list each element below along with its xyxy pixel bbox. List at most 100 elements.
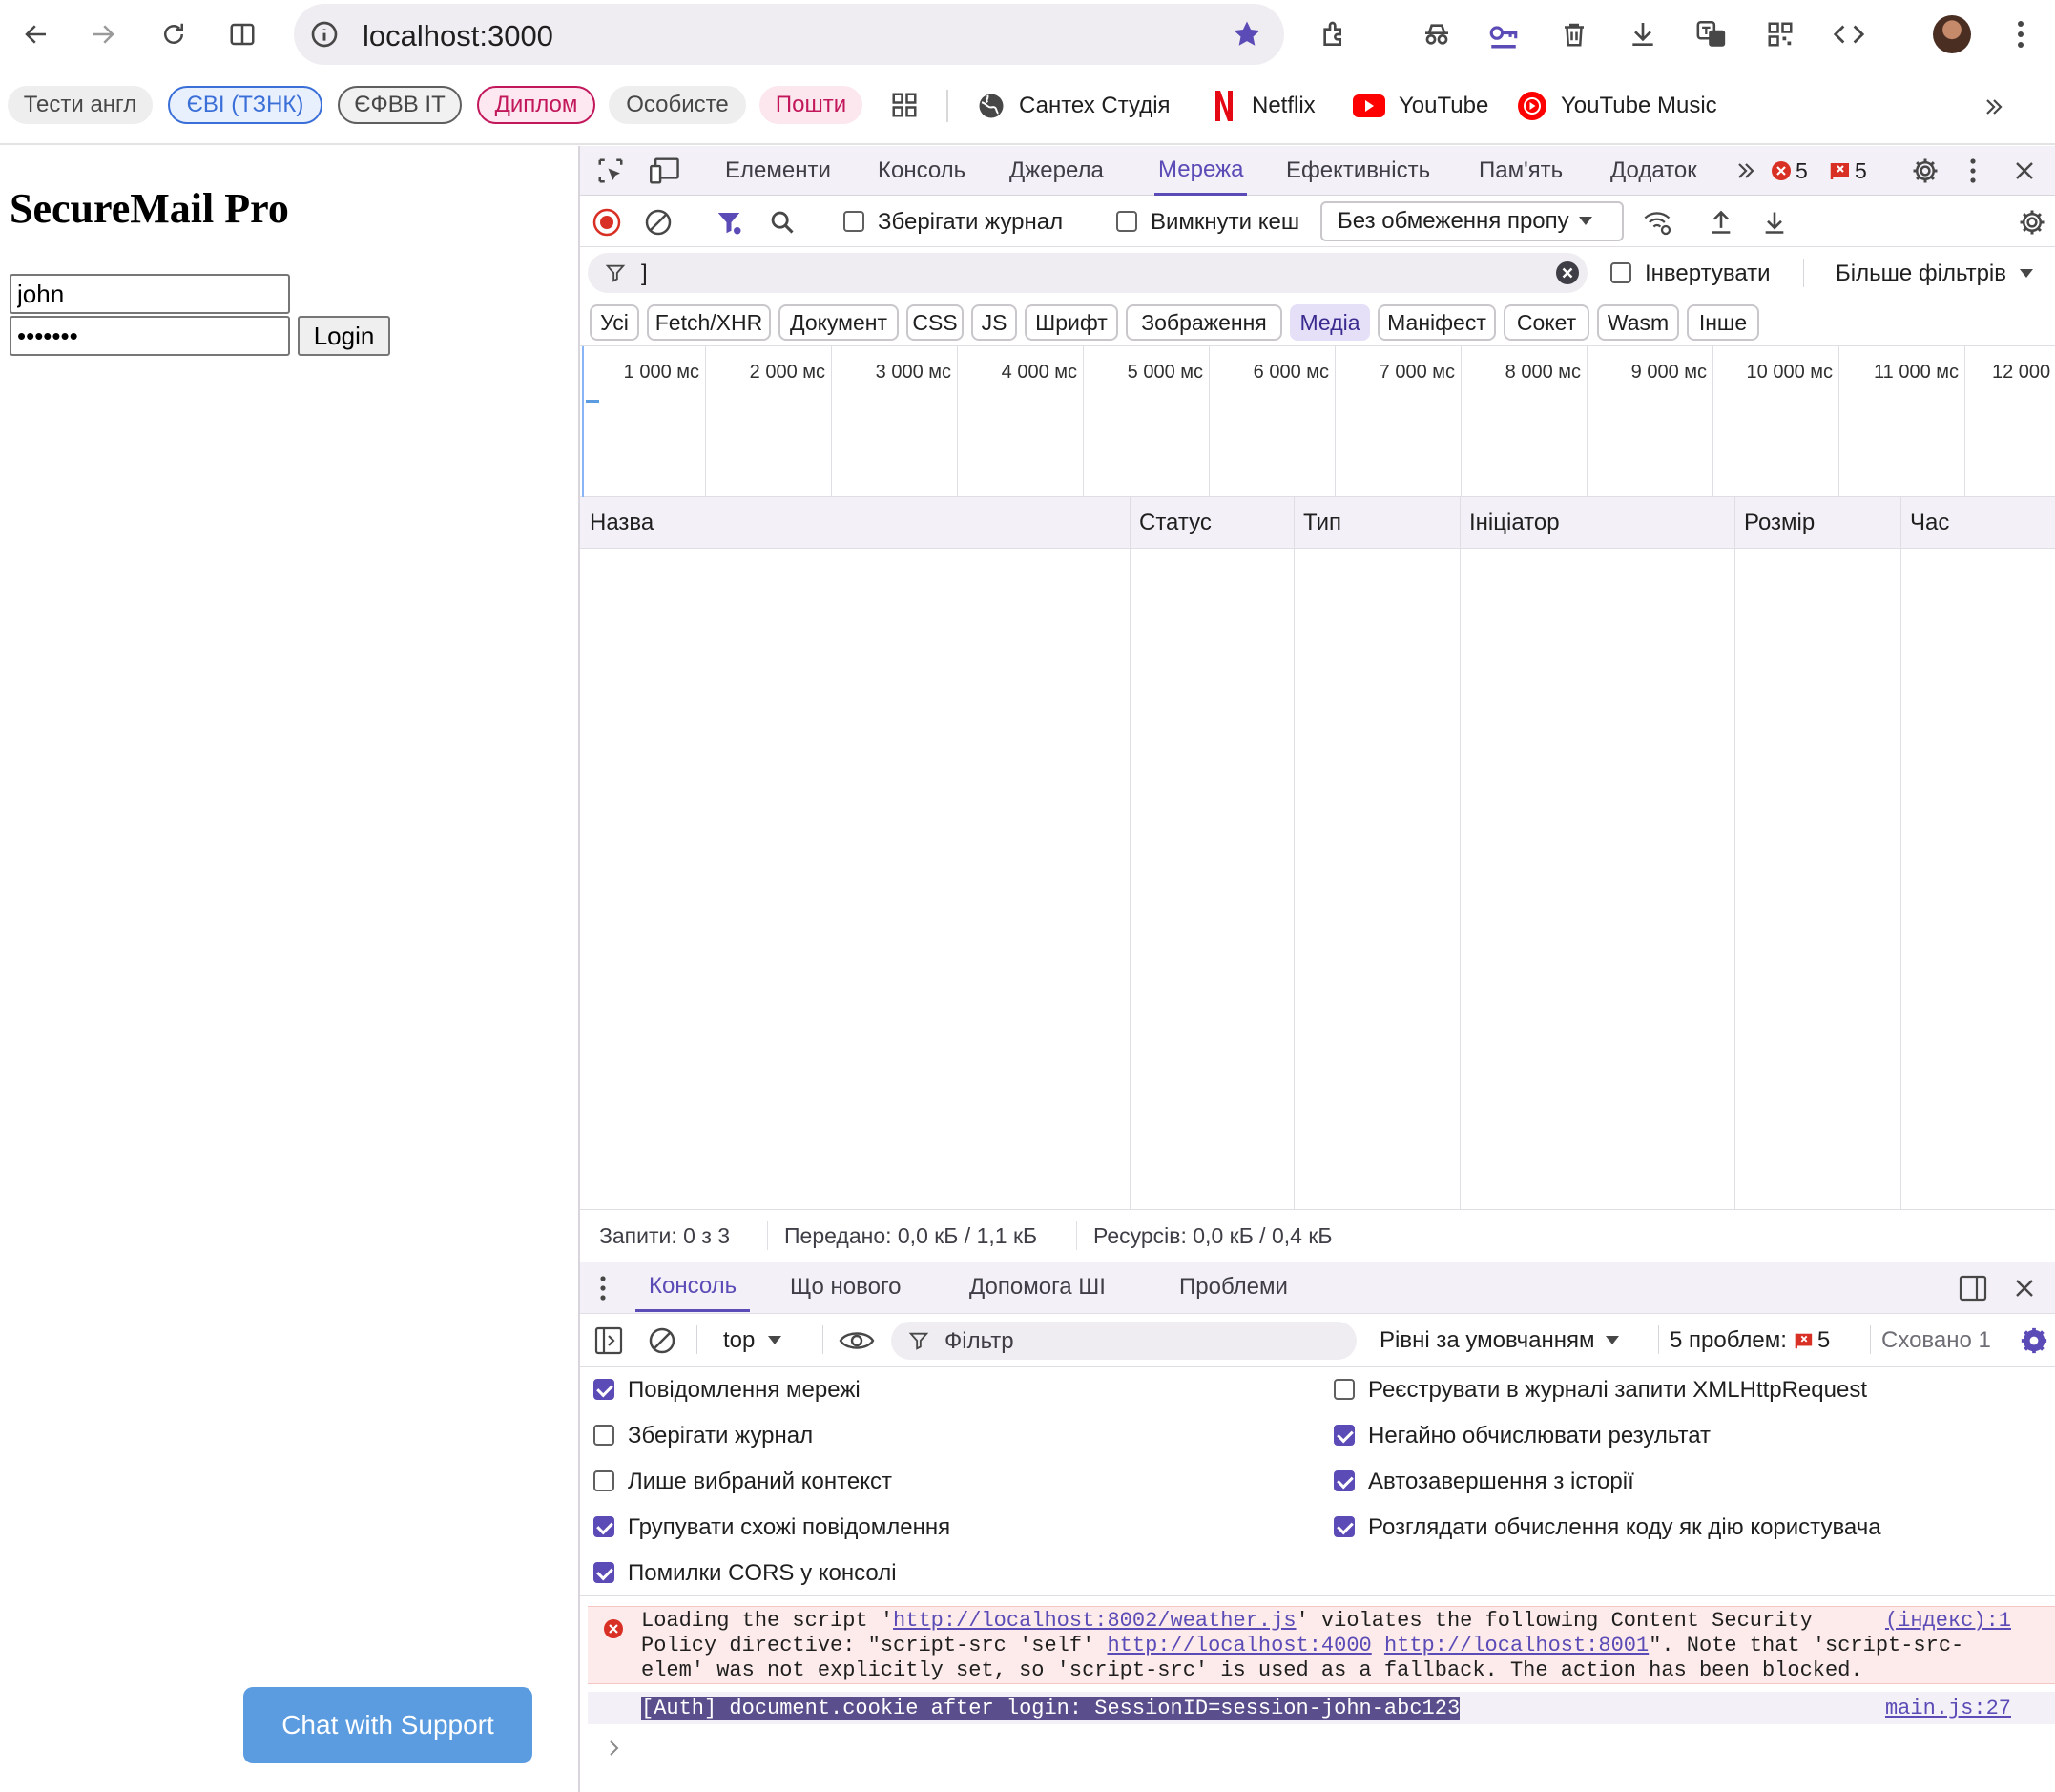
tab-elements[interactable]: Елементи <box>725 146 831 196</box>
preserve-log-checkbox[interactable] <box>843 211 864 232</box>
live-expression-eye-icon[interactable] <box>838 1325 876 1356</box>
eager-evaluation-checkbox[interactable] <box>1334 1425 1355 1446</box>
extensions-icon[interactable] <box>1309 10 1359 59</box>
profile-avatar[interactable] <box>1933 15 1971 53</box>
bookmark-folder-evi[interactable]: ЄВІ (ТЗНК) <box>168 86 322 124</box>
close-devtools-icon[interactable] <box>2009 156 2040 186</box>
column-status[interactable]: Статус <box>1130 497 1294 549</box>
error-source-link[interactable]: (індекс):1 <box>1885 1609 2011 1633</box>
code-icon[interactable] <box>1824 10 1874 59</box>
clear-icon[interactable] <box>643 207 674 238</box>
selected-context-only-checkbox[interactable] <box>593 1470 614 1491</box>
issue-counter[interactable]: 5 <box>1830 157 1887 184</box>
bookmark-star-icon[interactable] <box>1231 18 1263 51</box>
bookmark-netflix[interactable]: Netflix <box>1214 88 1316 124</box>
tab-network[interactable]: Мережа <box>1154 146 1248 196</box>
type-filter-socket[interactable]: Сокет <box>1504 304 1589 341</box>
console-prompt-icon[interactable] <box>603 1734 626 1762</box>
site-info-icon[interactable] <box>309 19 340 50</box>
filter-toggle-icon[interactable] <box>714 207 744 238</box>
tab-memory[interactable]: Пам'ять <box>1479 146 1563 196</box>
drawer-tab-ai-assistance[interactable]: Допомога ШІ <box>969 1262 1106 1312</box>
csp-source-link-8001[interactable]: http://localhost:8001 <box>1384 1634 1649 1657</box>
preserve-log-console-checkbox[interactable] <box>593 1425 614 1446</box>
inspect-element-icon[interactable] <box>595 156 626 186</box>
dock-side-icon[interactable] <box>1958 1274 1988 1302</box>
bookmark-folder-english-tests[interactable]: Тести англ <box>8 86 153 124</box>
bookmark-youtube-music[interactable]: YouTube Music <box>1517 88 1717 124</box>
chat-with-support-button[interactable]: Chat with Support <box>243 1687 532 1763</box>
clear-filter-icon[interactable] <box>1555 260 1580 285</box>
drawer-tab-console[interactable]: Консоль <box>635 1262 751 1312</box>
issues-count-button[interactable]: 5 проблем: 5 <box>1670 1327 1830 1354</box>
log-source-link[interactable]: main.js:27 <box>1885 1697 2011 1720</box>
type-filter-js[interactable]: JS <box>971 304 1017 341</box>
console-settings-icon[interactable] <box>2019 1325 2049 1356</box>
incognito-icon[interactable] <box>1412 10 1462 59</box>
export-har-icon[interactable] <box>1759 207 1790 238</box>
type-filter-wasm[interactable]: Wasm <box>1597 304 1679 341</box>
record-icon[interactable] <box>592 207 622 238</box>
more-tabs-icon[interactable] <box>1733 157 1759 184</box>
reload-icon[interactable] <box>149 10 198 59</box>
type-filter-image[interactable]: Зображення <box>1126 304 1282 341</box>
invert-checkbox[interactable] <box>1610 262 1631 283</box>
drawer-menu-icon[interactable] <box>597 1274 609 1302</box>
password-key-icon[interactable] <box>1479 10 1528 59</box>
qr-code-icon[interactable] <box>1755 10 1805 59</box>
error-counter[interactable]: 5 <box>1771 157 1828 184</box>
type-filter-other[interactable]: Інше <box>1687 304 1759 341</box>
drawer-tab-issues[interactable]: Проблеми <box>1179 1262 1288 1312</box>
type-filter-document[interactable]: Документ <box>778 304 899 341</box>
group-similar-checkbox[interactable] <box>593 1516 614 1537</box>
devtools-menu-icon[interactable] <box>1963 156 1982 186</box>
password-input[interactable] <box>10 316 290 356</box>
tab-application[interactable]: Додаток <box>1610 146 1697 196</box>
bookmark-folder-personal[interactable]: Особисте <box>609 86 746 124</box>
show-sidebar-icon[interactable] <box>593 1325 624 1356</box>
user-activation-checkbox[interactable] <box>1334 1516 1355 1537</box>
network-filter-input[interactable]: ] <box>588 253 1588 293</box>
drawer-tab-whats-new[interactable]: Що нового <box>790 1262 902 1312</box>
disable-cache-checkbox[interactable] <box>1116 211 1137 232</box>
more-filters-button[interactable]: Більше фільтрів <box>1836 260 2033 287</box>
console-filter-input[interactable]: Фільтр <box>891 1322 1357 1360</box>
download-icon[interactable] <box>1618 10 1668 59</box>
type-filter-manifest[interactable]: Маніфест <box>1378 304 1496 341</box>
log-xhr-checkbox[interactable] <box>1334 1379 1355 1400</box>
translate-icon[interactable] <box>1687 10 1736 59</box>
back-icon[interactable] <box>11 10 61 59</box>
clear-console-icon[interactable] <box>647 1325 677 1356</box>
type-filter-media[interactable]: Медіа <box>1290 304 1370 341</box>
column-name[interactable]: Назва <box>580 497 1130 549</box>
bookmark-youtube[interactable]: YouTube <box>1353 88 1488 124</box>
split-view-icon[interactable] <box>218 10 267 59</box>
close-drawer-icon[interactable] <box>2009 1274 2040 1302</box>
username-input[interactable] <box>10 274 290 314</box>
trash-icon[interactable] <box>1549 10 1599 59</box>
search-icon[interactable] <box>767 207 798 238</box>
cors-errors-checkbox[interactable] <box>593 1562 614 1583</box>
type-filter-font[interactable]: Шрифт <box>1025 304 1118 341</box>
browser-menu-icon[interactable] <box>1996 10 2045 59</box>
bookmark-folder-efvv[interactable]: ЄФВВ ІТ <box>338 86 462 124</box>
network-overview-timeline[interactable]: 1 000 мс 2 000 мс 3 000 мс 4 000 мс 5 00… <box>580 346 2055 497</box>
apps-grid-icon[interactable] <box>887 88 922 122</box>
throttling-select[interactable]: Без обмеження пропу <box>1320 201 1624 241</box>
column-size[interactable]: Розмір <box>1734 497 1900 549</box>
bookmark-folder-mail[interactable]: Пошти <box>759 86 862 124</box>
column-type[interactable]: Тип <box>1294 497 1460 549</box>
network-settings-icon[interactable] <box>2017 207 2047 238</box>
devtools-settings-icon[interactable] <box>1910 156 1941 186</box>
bookmark-santekh-studio[interactable]: Сантех Студія <box>977 88 1171 124</box>
import-har-icon[interactable] <box>1706 207 1736 238</box>
type-filter-all[interactable]: Усі <box>590 304 639 341</box>
login-button[interactable]: Login <box>298 316 390 356</box>
more-bookmarks-icon[interactable] <box>1977 90 2011 124</box>
bookmark-folder-diploma[interactable]: Диплом <box>477 86 595 124</box>
column-time[interactable]: Час <box>1900 497 2055 549</box>
network-conditions-icon[interactable] <box>1641 207 1675 238</box>
forward-icon[interactable] <box>78 10 128 59</box>
context-selector[interactable]: top <box>723 1327 782 1354</box>
tab-sources[interactable]: Джерела <box>1009 146 1104 196</box>
